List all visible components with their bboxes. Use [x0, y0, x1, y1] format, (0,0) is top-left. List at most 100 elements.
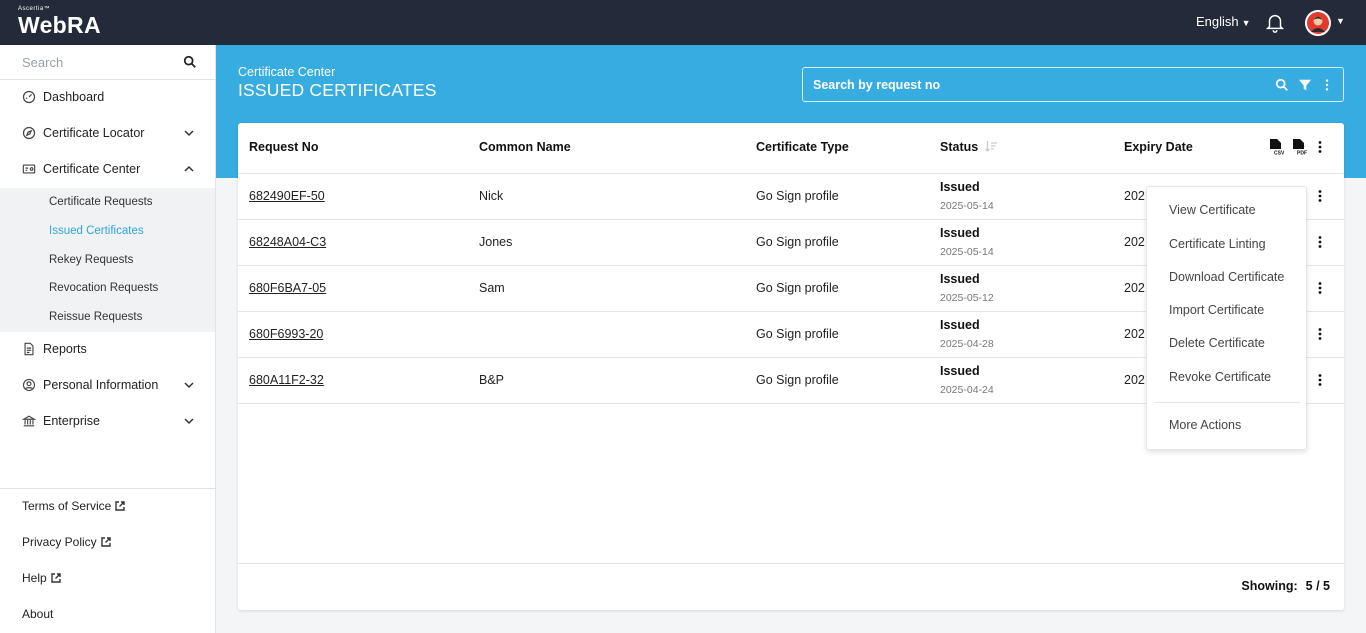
- sidebar-item-dashboard[interactable]: Dashboard: [0, 79, 215, 115]
- sort-icon[interactable]: [984, 139, 998, 153]
- row-more-icon[interactable]: [1313, 327, 1327, 341]
- row-more-icon[interactable]: [1313, 373, 1327, 387]
- menu-item-revoke-certificate[interactable]: Revoke Certificate: [1169, 370, 1271, 384]
- language-label: English: [1196, 14, 1239, 29]
- expiry-date-cell: 202: [1124, 327, 1145, 341]
- certificate-type-cell: Go Sign profile: [756, 373, 839, 387]
- menu-item-download-certificate[interactable]: Download Certificate: [1169, 270, 1284, 284]
- report-icon: [24, 342, 34, 356]
- row-more-icon[interactable]: [1313, 281, 1327, 295]
- help-link[interactable]: Help: [22, 571, 62, 585]
- request-search: [802, 67, 1344, 102]
- svg-text:CSV: CSV: [1274, 151, 1284, 157]
- sidebar-subitem-issued-certificates[interactable]: Issued Certificates: [49, 225, 144, 237]
- status-date: 2025-04-28: [940, 338, 994, 350]
- breadcrumb[interactable]: Certificate Center: [238, 65, 335, 79]
- sidebar-item-label: Reports: [43, 342, 87, 356]
- column-header-expiry-date[interactable]: Expiry Date: [1124, 140, 1193, 154]
- expiry-date-cell: 202: [1124, 281, 1145, 295]
- privacy-policy-link[interactable]: Privacy Policy: [22, 535, 112, 549]
- status-cell: Issued: [940, 226, 980, 240]
- about-link[interactable]: About: [22, 607, 53, 621]
- sidebar-item-certificate-center[interactable]: Certificate Center: [0, 151, 215, 187]
- search-icon[interactable]: [183, 55, 197, 69]
- external-link-icon: [50, 573, 61, 583]
- sidebar-item-label: Enterprise: [43, 414, 100, 428]
- menu-item-import-certificate[interactable]: Import Certificate: [1169, 303, 1264, 317]
- status-cell: Issued: [940, 272, 980, 286]
- menu-item-delete-certificate[interactable]: Delete Certificate: [1169, 336, 1265, 350]
- status-cell: Issued: [940, 318, 980, 332]
- sidebar-subitem-reissue-requests[interactable]: Reissue Requests: [49, 311, 142, 323]
- avatar-caret-icon[interactable]: ▼: [1336, 16, 1345, 26]
- sidebar-item-certificate-locator[interactable]: Certificate Locator: [0, 115, 215, 151]
- request-no-link[interactable]: 680F6993-20: [249, 327, 323, 341]
- showing-count: Showing: 5 / 5: [1241, 579, 1330, 593]
- certificate-type-cell: Go Sign profile: [756, 281, 839, 295]
- common-name-cell: Nick: [479, 189, 504, 203]
- column-header-certificate-type[interactable]: Certificate Type: [756, 140, 849, 154]
- csv-file-icon[interactable]: CSV: [1268, 138, 1284, 156]
- user-circle-icon: [22, 378, 36, 392]
- more-vertical-icon[interactable]: [1313, 140, 1327, 154]
- request-no-link[interactable]: 682490EF-50: [249, 189, 325, 203]
- request-no-link[interactable]: 68248A04-C3: [249, 235, 326, 249]
- chevron-down-icon: [184, 130, 194, 137]
- sidebar-search-input[interactable]: [22, 53, 172, 71]
- more-vertical-icon[interactable]: [1320, 78, 1334, 92]
- row-actions-menu: View Certificate Certificate Linting Dow…: [1146, 186, 1307, 450]
- sidebar-item-label: Personal Information: [43, 378, 159, 392]
- sidebar-subitem-rekey-requests[interactable]: Rekey Requests: [49, 254, 133, 266]
- compass-icon: [22, 126, 36, 140]
- footer-link-label: Privacy Policy: [22, 535, 97, 549]
- request-search-input[interactable]: [813, 76, 1253, 94]
- avatar[interactable]: [1305, 10, 1331, 36]
- sidebar-subitem-revocation-requests[interactable]: Revocation Requests: [49, 282, 158, 294]
- language-selector[interactable]: English ▼: [1196, 14, 1251, 29]
- brand-name: WebRA: [18, 12, 101, 38]
- chevron-up-icon: [184, 165, 194, 172]
- column-header-request-no[interactable]: Request No: [249, 140, 318, 154]
- row-more-icon[interactable]: [1313, 235, 1327, 249]
- sidebar-item-reports[interactable]: Reports: [0, 331, 215, 367]
- caret-down-icon: ▼: [1241, 18, 1251, 28]
- search-icon[interactable]: [1275, 78, 1289, 92]
- terms-of-service-link[interactable]: Terms of Service: [22, 499, 126, 513]
- menu-item-certificate-linting[interactable]: Certificate Linting: [1169, 237, 1266, 251]
- request-no-link[interactable]: 680F6BA7-05: [249, 281, 326, 295]
- request-no-link[interactable]: 680A11F2-32: [249, 373, 324, 387]
- common-name-cell: Sam: [479, 281, 505, 295]
- column-header-status[interactable]: Status: [940, 140, 978, 154]
- bank-icon: [22, 415, 36, 427]
- menu-item-more-actions[interactable]: More Actions: [1169, 418, 1241, 432]
- bell-icon[interactable]: [1264, 11, 1286, 33]
- sidebar-subitem-certificate-requests[interactable]: Certificate Requests: [49, 196, 153, 208]
- sidebar-item-label: Certificate Locator: [43, 126, 145, 140]
- sidebar-item-personal-information[interactable]: Personal Information: [0, 367, 215, 403]
- pdf-file-icon[interactable]: PDF: [1291, 138, 1307, 156]
- chevron-down-icon: [184, 382, 194, 389]
- menu-item-view-certificate[interactable]: View Certificate: [1169, 203, 1256, 217]
- status-date: 2025-04-24: [940, 384, 994, 396]
- expiry-date-cell: 202: [1124, 235, 1145, 249]
- certificate-center-submenu: Certificate Requests Issued Certificates…: [0, 188, 215, 332]
- showing-value: 5 / 5: [1305, 579, 1330, 593]
- certificate-type-cell: Go Sign profile: [756, 235, 839, 249]
- footer-link-label: Help: [22, 571, 47, 585]
- chevron-down-icon: [184, 418, 194, 425]
- sidebar-item-enterprise[interactable]: Enterprise: [0, 403, 215, 439]
- common-name-cell: Jones: [479, 235, 513, 249]
- dashboard-icon: [22, 90, 36, 104]
- sidebar: Dashboard Certificate Locator Certificat…: [0, 45, 216, 633]
- table-header: Request No Common Name Certificate Type …: [238, 123, 1344, 174]
- table-footer: Showing: 5 / 5: [238, 563, 1344, 610]
- page-title: ISSUED CERTIFICATES: [238, 80, 437, 100]
- app-logo[interactable]: Ascertia™ WebRA: [18, 6, 101, 37]
- external-link-icon: [100, 537, 111, 547]
- status-date: 2025-05-12: [940, 292, 994, 304]
- status-date: 2025-05-14: [940, 246, 994, 258]
- row-more-icon[interactable]: [1313, 189, 1327, 203]
- certificate-type-cell: Go Sign profile: [756, 327, 839, 341]
- column-header-common-name[interactable]: Common Name: [479, 140, 571, 154]
- filter-icon[interactable]: [1298, 78, 1312, 92]
